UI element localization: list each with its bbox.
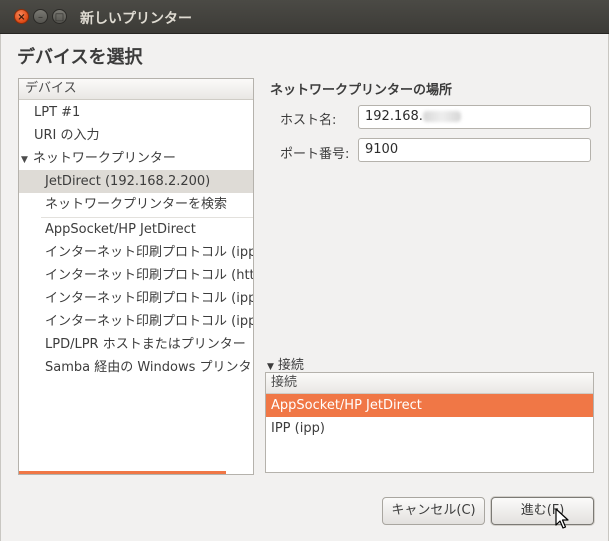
host-label: ホスト名: — [280, 113, 337, 128]
expander-down-icon: ▼ — [267, 362, 274, 372]
tree-item-lpd[interactable]: LPD/LPR ホストまたはプリンター — [45, 333, 246, 356]
tree-item-label: インターネット印刷プロトコル (ipp — [45, 314, 254, 329]
minimize-window-button[interactable]: – — [33, 9, 48, 24]
title-bar: × – □ 新しいプリンター — [0, 0, 609, 34]
connection-list-header[interactable]: 接続 — [266, 373, 593, 394]
maximize-window-button[interactable]: □ — [52, 9, 67, 24]
connection-item-label: AppSocket/HP JetDirect — [271, 398, 422, 413]
forward-button[interactable]: 進む(F) — [491, 497, 594, 525]
connection-item-ipp[interactable]: IPP (ipp) — [266, 417, 593, 440]
tree-item-ipp-2[interactable]: インターネット印刷プロトコル (ipp — [45, 287, 254, 310]
device-tree-header[interactable]: デバイス — [19, 79, 253, 100]
tree-item-jetdirect[interactable]: JetDirect (192.168.2.200) — [19, 170, 253, 193]
tree-item-find-network-printer[interactable]: ネットワークプリンターを検索 — [45, 193, 227, 216]
tree-item-label: LPT #1 — [34, 105, 81, 120]
tree-item-label: インターネット印刷プロトコル (ipp — [45, 291, 254, 306]
connection-expander-label: 接続 — [277, 358, 304, 373]
tree-item-network-printer[interactable]: ▼ ネットワークプリンター — [21, 147, 176, 170]
mouse-pointer-icon — [555, 508, 569, 529]
connection-expander[interactable]: ▼ 接続 — [267, 354, 304, 373]
tree-item-label: ネットワークプリンターを検索 — [45, 197, 228, 212]
tree-item-http[interactable]: インターネット印刷プロトコル (htt — [45, 264, 254, 287]
tree-item-label: インターネット印刷プロトコル (htt — [45, 268, 254, 283]
host-field[interactable]: 192.168. — [358, 105, 591, 129]
tree-item-label: URI の入力 — [34, 128, 100, 143]
port-value: 9100 — [365, 142, 399, 157]
connection-item-label: IPP (ipp) — [271, 421, 325, 436]
tree-item-ipp-1[interactable]: インターネット印刷プロトコル (ipp — [45, 241, 254, 264]
tree-item-label: インターネット印刷プロトコル (ipp — [45, 245, 254, 260]
tree-item-label: ネットワークプリンター — [32, 151, 176, 166]
tree-item-label: Samba 経由の Windows プリンタ — [45, 360, 252, 375]
expander-down-icon[interactable]: ▼ — [21, 149, 28, 172]
horizontal-scrollbar[interactable] — [19, 471, 226, 474]
close-window-button[interactable]: × — [14, 9, 29, 24]
tree-item-uri[interactable]: URI の入力 — [34, 124, 100, 147]
tree-item-label: LPD/LPR ホストまたはプリンター — [45, 337, 246, 352]
redacted-blur — [422, 111, 461, 122]
page-title: デバイスを選択 — [17, 47, 143, 68]
tree-item-lpt1[interactable]: LPT #1 — [34, 101, 80, 124]
connection-list[interactable]: 接続 AppSocket/HP JetDirect IPP (ipp) — [265, 372, 594, 473]
network-location-title: ネットワークプリンターの場所 — [270, 83, 453, 98]
cancel-button[interactable]: キャンセル(C) — [382, 497, 485, 525]
port-label: ポート番号: — [280, 147, 350, 162]
tree-item-label: JetDirect (192.168.2.200) — [45, 174, 211, 189]
host-value: 192.168. — [365, 109, 423, 124]
connection-item-appsocket[interactable]: AppSocket/HP JetDirect — [266, 394, 593, 417]
port-field[interactable]: 9100 — [358, 138, 591, 162]
dialog-body: デバイスを選択 デバイス LPT #1 URI の入力 ▼ ネットワークプリンター… — [0, 34, 609, 541]
tree-item-ipp-3[interactable]: インターネット印刷プロトコル (ipp — [45, 310, 254, 333]
device-tree[interactable]: デバイス LPT #1 URI の入力 ▼ ネットワークプリンター JetDire… — [18, 78, 254, 475]
tree-item-label: AppSocket/HP JetDirect — [45, 222, 196, 237]
tree-item-appsocket[interactable]: AppSocket/HP JetDirect — [45, 218, 196, 241]
window-title: 新しいプリンター — [80, 11, 192, 27]
tree-item-samba[interactable]: Samba 経由の Windows プリンタ — [45, 356, 252, 379]
